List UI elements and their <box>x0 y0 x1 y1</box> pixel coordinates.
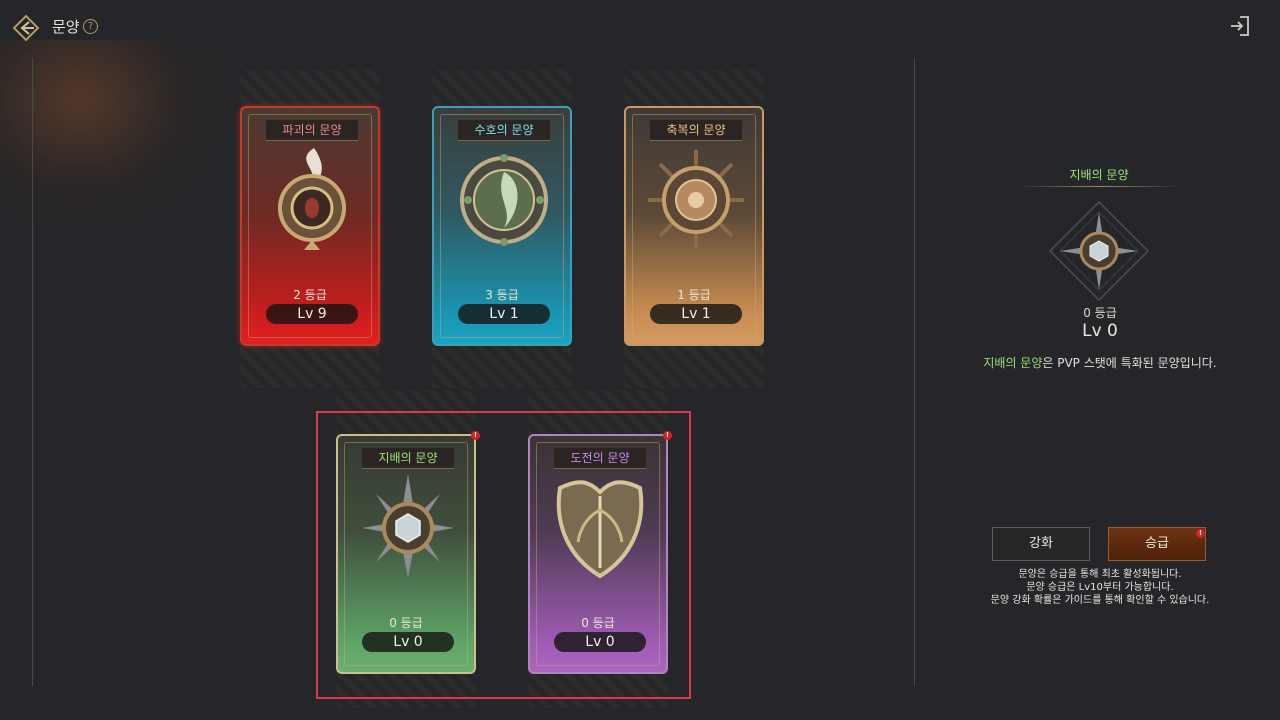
right-divider <box>914 58 915 686</box>
card-name: 파괴의 문양 <box>266 120 358 141</box>
detail-domination-emblem-icon <box>1048 200 1150 302</box>
card-level: Lv 9 <box>266 304 358 324</box>
card-grade: 1 등급 <box>677 288 711 302</box>
protection-emblem-icon <box>460 154 548 246</box>
description-highlight: 지배의 문양 <box>983 356 1043 370</box>
detail-pattern-name: 지배의 문양 <box>1069 168 1129 182</box>
card-name: 축복의 문양 <box>650 120 742 141</box>
exit-icon[interactable] <box>1228 14 1252 38</box>
top-bar: 문양 ? <box>0 0 1280 56</box>
back-arrow-icon[interactable] <box>12 14 40 42</box>
info-line: 문양 강화 확률은 가이드를 통해 확인할 수 있습니다. <box>990 595 1210 606</box>
enhance-button[interactable]: 강화 <box>992 527 1090 561</box>
page-title: 문양 <box>52 18 80 36</box>
info-line: 문양은 승급을 통해 최초 활성화됩니다. <box>1018 569 1182 580</box>
card-grade: 3 등급 <box>485 288 519 302</box>
background-decoration <box>0 40 240 240</box>
info-line: 문양 승급은 Lv10부터 가능합니다. <box>1026 582 1174 593</box>
description-text: 은 PVP 스탯에 특화된 문양입니다. <box>1042 356 1217 370</box>
selection-highlight-box <box>316 411 691 699</box>
upgrade-button[interactable]: 승급 <box>1108 527 1206 561</box>
detail-description: 지배의 문양은 PVP 스탯에 특화된 문양입니다. <box>960 354 1240 371</box>
upgrade-alert-badge: ! <box>1196 529 1205 538</box>
info-notes: 문양은 승급을 통해 최초 활성화됩니다. 문양 승급은 Lv10부터 가능합니… <box>960 568 1240 607</box>
detail-level: Lv 0 <box>1082 321 1118 341</box>
detail-divider <box>1016 186 1182 187</box>
card-grade: 2 등급 <box>293 288 327 302</box>
left-divider <box>32 58 33 686</box>
detail-grade: 0 등급 <box>1083 306 1117 320</box>
pattern-card-destruction[interactable]: 파괴의 문양 2 등급 Lv 9 <box>240 106 380 346</box>
destruction-emblem-icon <box>278 148 346 250</box>
help-icon[interactable]: ? <box>83 19 98 34</box>
card-level: Lv 1 <box>458 304 550 324</box>
pattern-card-blessing[interactable]: 축복의 문양 1 등급 Lv 1 <box>624 106 764 346</box>
pattern-card-protection[interactable]: 수호의 문양 3 등급 Lv 1 <box>432 106 572 346</box>
blessing-sun-emblem-icon <box>648 150 744 248</box>
card-name: 수호의 문양 <box>458 120 550 141</box>
card-level: Lv 1 <box>650 304 742 324</box>
